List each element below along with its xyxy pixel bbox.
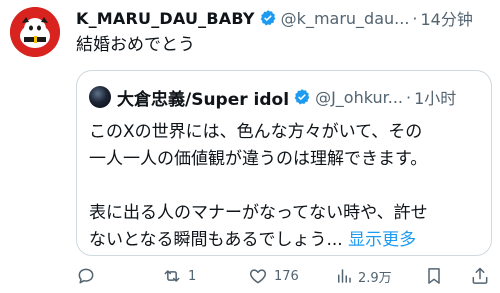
- header-separator: ·: [412, 8, 418, 28]
- retweet-count: 1: [188, 268, 197, 284]
- quoted-text-line: 表に出る人のマナーがなってない時や、許せ: [89, 203, 428, 223]
- tweet-header: K_MARU_DAU_BABY @k_maru_dau... · 14分钟: [76, 6, 473, 30]
- quoted-text-line: ないとなる瞬間もあるでしょう... 显示更多: [89, 230, 417, 250]
- quoted-text-line: このXの世界には、色んな方々がいて、その: [89, 122, 423, 142]
- quoted-author-name: 大倉忠義/Super idol: [117, 89, 290, 110]
- views-icon: [338, 269, 351, 283]
- reply-button[interactable]: [76, 262, 101, 290]
- author-name[interactable]: K_MARU_DAU_BABY: [76, 9, 255, 28]
- retweet-button[interactable]: 1: [161, 262, 196, 290]
- like-count: 176: [274, 268, 299, 284]
- tweet-actions: 1 176 2.9万: [76, 262, 496, 290]
- quoted-author-handle: @J_ohkur...: [315, 87, 403, 107]
- quoted-tweet-text: このXの世界には、色んな方々がいて、その 一人一人の価値観が違うのは理解できます…: [89, 119, 485, 254]
- verified-badge-icon: [259, 9, 277, 27]
- share-button[interactable]: [470, 262, 490, 290]
- author-handle[interactable]: @k_maru_dau...: [281, 9, 410, 28]
- show-more-link[interactable]: 显示更多: [348, 230, 416, 250]
- bookmark-icon: [428, 268, 440, 284]
- bookmark-button[interactable]: [424, 262, 444, 290]
- author-avatar[interactable]: [10, 7, 60, 57]
- quoted-text-line: 一人一人の価値観が違うのは理解できます。: [89, 149, 428, 169]
- quoted-author-avatar: [89, 86, 111, 108]
- views-count: 2.9万: [358, 270, 392, 286]
- reply-icon: [78, 268, 94, 284]
- quoted-tweet-header: 大倉忠義/Super idol @J_ohkur... · 1小时: [89, 85, 457, 110]
- quoted-header-separator: ·: [406, 87, 412, 107]
- heart-icon: [249, 269, 267, 284]
- share-icon: [472, 267, 488, 284]
- tweet-text: 結婚おめでとう: [76, 35, 195, 55]
- retweet-icon: [164, 270, 180, 282]
- quoted-tweet-timestamp: 1小时: [414, 89, 457, 108]
- verified-badge-icon: [293, 88, 311, 106]
- tweet-timestamp[interactable]: 14分钟: [421, 6, 473, 30]
- quoted-tweet-card[interactable]: 大倉忠義/Super idol @J_ohkur... · 1小时 このXの世界…: [76, 70, 492, 256]
- like-button[interactable]: 176: [247, 262, 299, 290]
- views-button[interactable]: 2.9万: [335, 262, 392, 290]
